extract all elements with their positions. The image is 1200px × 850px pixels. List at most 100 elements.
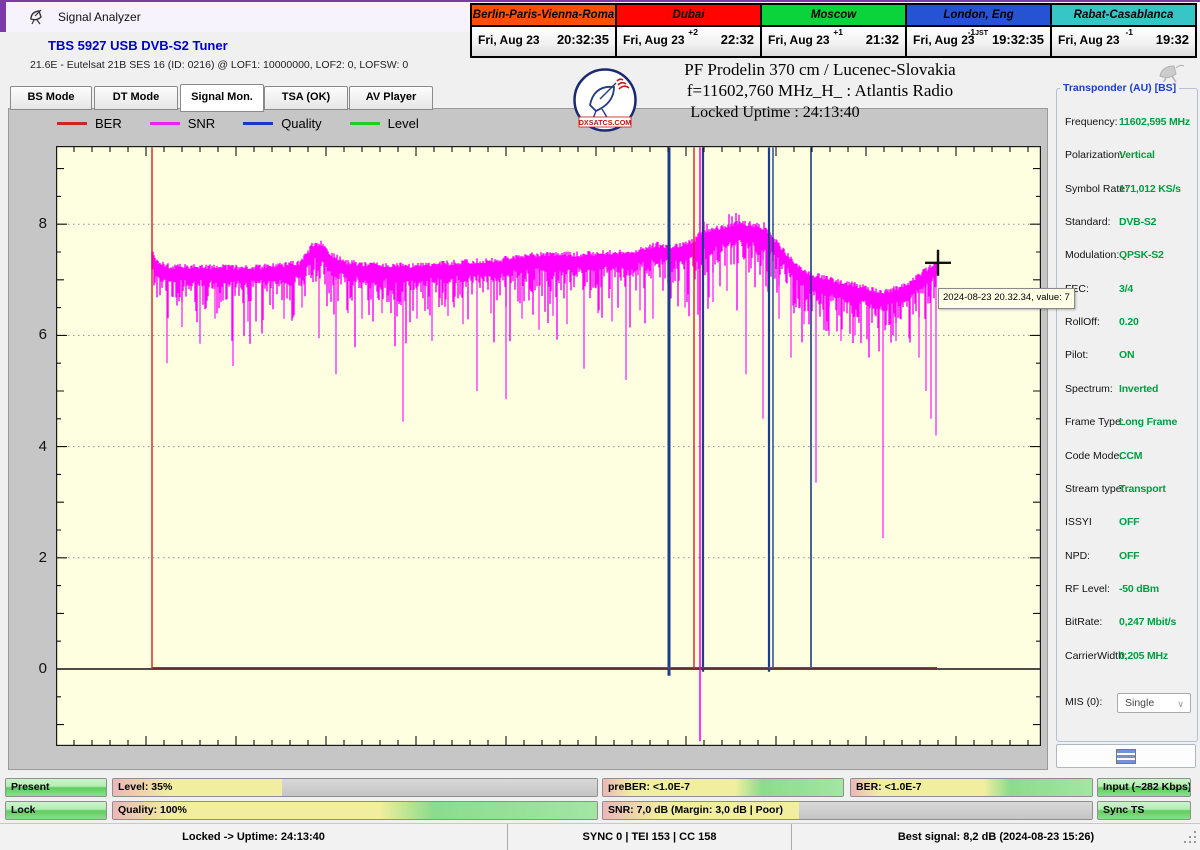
transponder-title: Transponder (AU) [BS] bbox=[1060, 82, 1179, 94]
tab-tsa-ok-[interactable]: TSA (OK) bbox=[264, 86, 348, 110]
transponder-row-value: 11602,595 MHz bbox=[1119, 116, 1195, 128]
transponder-row-value: 0,205 MHz bbox=[1119, 650, 1195, 662]
clock-date: Fri, Aug 23 bbox=[768, 33, 830, 47]
meter-7: SNR: 7,0 dB (Margin: 3,0 dB | Poor) bbox=[602, 801, 1093, 820]
legend-label: SNR bbox=[188, 116, 215, 131]
chevron-down-icon: ∨ bbox=[1177, 695, 1184, 713]
clock-date: Fri, Aug 23 bbox=[623, 33, 685, 47]
transponder-row-label: Spectrum: bbox=[1065, 383, 1113, 395]
meter-unfilled bbox=[282, 779, 597, 796]
y-tick-label: 8 bbox=[17, 215, 47, 232]
signal-plot[interactable] bbox=[56, 146, 1041, 746]
transponder-row-value: DVB-S2 bbox=[1119, 216, 1195, 228]
transponder-row-label: Frame Type: bbox=[1065, 416, 1124, 428]
meter-label: SNR: 7,0 dB (Margin: 3,0 dB | Poor) bbox=[608, 802, 783, 819]
window-title: Signal Analyzer bbox=[58, 10, 141, 24]
clock-1: Dubai Fri, Aug 23+2 22:32 bbox=[617, 5, 760, 56]
chart-legend: BER SNR Quality Level bbox=[57, 116, 447, 131]
tab-av-player[interactable]: AV Player bbox=[349, 86, 433, 110]
stream-list-button[interactable] bbox=[1056, 744, 1196, 768]
transponder-row-label: Frequency: bbox=[1065, 116, 1118, 128]
transponder-row-label: NPD: bbox=[1065, 550, 1090, 562]
meter-0: Present bbox=[5, 778, 107, 797]
device-info: 21.6E - Eutelsat 21B SES 16 (ID: 0216) @… bbox=[30, 59, 408, 71]
meter-6: Quality: 100% bbox=[112, 801, 598, 820]
y-tick-label: 0 bbox=[17, 660, 47, 677]
clock-0: Berlin-Paris-Vienna-RomaFri, Aug 2320:32… bbox=[472, 5, 615, 56]
transponder-row-label: RollOff: bbox=[1065, 316, 1100, 328]
clock-utc-offset: +2 bbox=[688, 28, 698, 36]
transponder-row-value: Transport bbox=[1119, 483, 1195, 495]
clock-display: Fri, Aug 23+121:32 bbox=[762, 27, 905, 56]
clock-city-label: Berlin-Paris-Vienna-Roma bbox=[472, 5, 615, 27]
legend-label: Level bbox=[388, 116, 419, 131]
transponder-groupbox: Frequency:11602,595 MHzPolarization:Vert… bbox=[1056, 88, 1198, 742]
meter-5: Lock bbox=[5, 801, 107, 820]
y-tick-label: 6 bbox=[17, 326, 47, 343]
clock-time: 19:32:35 bbox=[992, 32, 1044, 47]
transponder-row-label: Standard: bbox=[1065, 216, 1111, 228]
transponder-row-value: 0.20 bbox=[1119, 316, 1195, 328]
clock-utc-offset: +1 bbox=[833, 28, 843, 36]
legend-label: Quality bbox=[281, 116, 321, 131]
chart-panel: BERSNRQualityLevel 86420 bbox=[8, 108, 1048, 770]
cursor-tooltip: 2024-08-23 20.32.34, value: 7 bbox=[938, 288, 1075, 309]
clock-time: 22:32 bbox=[721, 32, 754, 47]
clock-city-label: Dubai bbox=[617, 5, 760, 27]
app-dish-icon bbox=[28, 8, 46, 26]
transponder-row-value: CCM bbox=[1119, 450, 1195, 462]
meter-8: Sync TS bbox=[1097, 801, 1191, 820]
transponder-row-label: CarrierWidth: bbox=[1065, 650, 1127, 662]
clock-display: Fri, Aug 23-1JST19:32:35 bbox=[907, 27, 1050, 56]
tab-dt-mode[interactable]: DT Mode bbox=[94, 86, 178, 110]
clock-4: Rabat-CasablancaFri, Aug 23-119:32 bbox=[1052, 5, 1195, 56]
clock-offset-value: +1 bbox=[833, 27, 843, 37]
transponder-row-label: ISSYI bbox=[1065, 516, 1092, 528]
transponder-row-value: Vertical bbox=[1119, 149, 1195, 161]
dxsatcs-logo: DXSATCS.COM bbox=[572, 67, 638, 133]
legend-line-ber bbox=[57, 122, 87, 125]
transponder-row-label: Code Mode: bbox=[1065, 450, 1122, 462]
tab-signal-mon-[interactable]: Signal Mon. bbox=[180, 84, 264, 112]
transponder-row-value: ON bbox=[1119, 349, 1195, 361]
svg-text:DXSATCS.COM: DXSATCS.COM bbox=[579, 118, 632, 127]
transponder-row-label: RF Level: bbox=[1065, 583, 1110, 595]
transponder-row-value: OFF bbox=[1119, 550, 1195, 562]
meter-label: Present bbox=[11, 779, 50, 796]
status-segment-1: SYNC 0 | TEI 153 | CC 158 bbox=[508, 824, 792, 850]
transponder-row-value: -50 dBm bbox=[1119, 583, 1195, 595]
clock-city-label: Moscow bbox=[762, 5, 905, 27]
clock-city-label: London, Eng bbox=[907, 5, 1050, 27]
status-segment-0: Locked -> Uptime: 24:13:40 bbox=[0, 824, 508, 850]
meter-label: Input (~282 Kbps) bbox=[1103, 779, 1191, 796]
transponder-row-value: 3/4 bbox=[1119, 283, 1195, 295]
list-stripes-icon bbox=[1116, 749, 1136, 764]
transponder-row-value: 0,247 Mbit/s bbox=[1119, 616, 1195, 628]
transponder-row-label: Pilot: bbox=[1065, 349, 1088, 361]
clock-utc-offset: -1JST bbox=[968, 28, 988, 38]
meter-label: Lock bbox=[11, 802, 36, 819]
transponder-row-value: Long Frame bbox=[1119, 416, 1195, 428]
transponder-row-value: QPSK-S2 bbox=[1119, 249, 1195, 261]
legend-line-quality bbox=[243, 122, 273, 125]
status-bar: Locked -> Uptime: 24:13:40SYNC 0 | TEI 1… bbox=[0, 823, 1200, 850]
meter-unfilled bbox=[799, 802, 1092, 819]
clock-3: London, EngFri, Aug 23-1JST19:32:35 bbox=[907, 5, 1050, 56]
clock-utc-offset: -1 bbox=[1125, 28, 1133, 36]
site-title: PF Prodelin 370 cm / Lucenec-Slovakia bbox=[560, 60, 1080, 80]
clock-offset-value: +2 bbox=[688, 27, 698, 37]
meter-label: Quality: 100% bbox=[118, 802, 187, 819]
transponder-row-label: Modulation: bbox=[1065, 249, 1119, 261]
mis-dropdown[interactable]: Single ∨ bbox=[1117, 693, 1191, 713]
frequency-title: f=11602,760 MHz_H_ : Atlantis Radio bbox=[560, 81, 1080, 101]
meter-label: Sync TS bbox=[1103, 802, 1144, 819]
mis-selected-value: Single bbox=[1125, 697, 1154, 709]
signal-analyzer-window: Signal Analyzer TBS 5927 USB DVB-S2 Tune… bbox=[0, 0, 1200, 850]
legend-label: BER bbox=[95, 116, 122, 131]
resize-grip[interactable] bbox=[1184, 831, 1198, 845]
legend-line-level bbox=[350, 122, 380, 125]
tab-bs-mode[interactable]: BS Mode bbox=[10, 86, 92, 110]
y-tick-label: 2 bbox=[17, 549, 47, 566]
transponder-row-label: Stream type: bbox=[1065, 483, 1125, 495]
clock-time: 19:32 bbox=[1156, 32, 1189, 47]
